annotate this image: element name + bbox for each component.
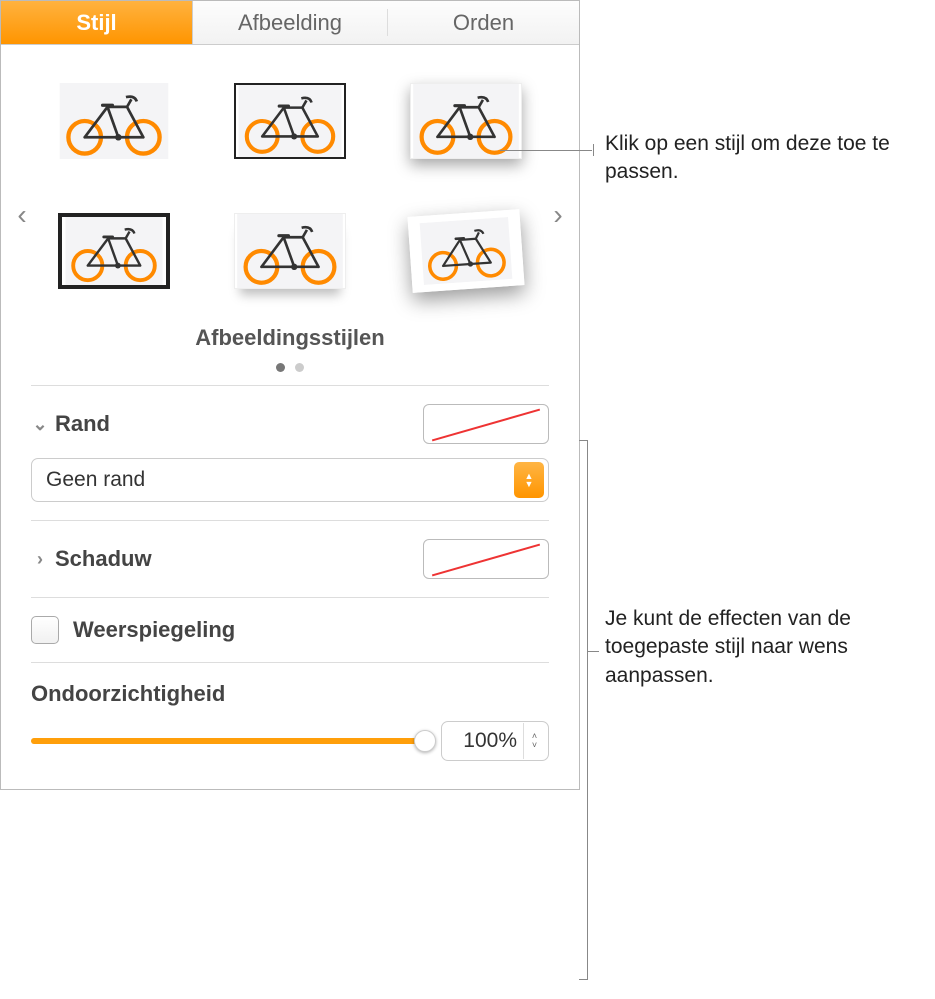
shadow-section: › Schaduw xyxy=(31,520,549,597)
style-pager xyxy=(47,359,533,375)
stepper-down-icon: ˅ xyxy=(532,741,537,750)
tab-stijl[interactable]: Stijl xyxy=(1,1,193,44)
border-preview-swatch[interactable] xyxy=(423,404,549,444)
reflection-section: Weerspiegeling xyxy=(31,597,549,662)
style-thumbnail[interactable] xyxy=(410,83,522,159)
border-dropdown-value: Geen rand xyxy=(32,468,514,492)
reflection-label: Weerspiegeling xyxy=(73,617,235,643)
style-thumbnail[interactable] xyxy=(58,213,170,289)
pager-dot[interactable] xyxy=(276,363,285,372)
reflection-checkbox[interactable] xyxy=(31,616,59,644)
chevron-left-icon: ‹ xyxy=(17,199,26,230)
border-header[interactable]: ⌄ Rand xyxy=(31,411,110,437)
bicycle-icon xyxy=(58,83,170,159)
styles-page-next[interactable]: › xyxy=(543,199,573,231)
annotation-text: Klik op een stijl om deze toe te passen. xyxy=(605,132,890,183)
chevron-right-icon: › xyxy=(553,199,562,230)
style-thumbnail-grid xyxy=(47,83,533,289)
style-thumbnail[interactable] xyxy=(58,83,170,159)
opacity-value: 100% xyxy=(442,729,523,753)
chevron-down-icon: ⌄ xyxy=(31,414,49,435)
annotation-styles: Klik op een stijl om deze toe te passen. xyxy=(605,130,915,187)
opacity-section: Ondoorzichtigheid 100% ˄ ˅ xyxy=(31,662,549,789)
style-thumbnail[interactable] xyxy=(410,213,522,289)
dropdown-stepper-icon: ▲▼ xyxy=(514,462,544,498)
inspector-tabbar: Stijl Afbeelding Orden xyxy=(1,1,579,45)
annotation-text: Je kunt de effecten van de toegepaste st… xyxy=(605,607,851,687)
opacity-stepper[interactable]: ˄ ˅ xyxy=(523,723,545,759)
border-label: Rand xyxy=(55,411,110,437)
styles-page-prev[interactable]: ‹ xyxy=(7,199,37,231)
border-section: ⌄ Rand Geen rand ▲▼ xyxy=(31,385,549,520)
shadow-header[interactable]: › Schaduw xyxy=(31,546,152,572)
image-styles-title: Afbeeldingsstijlen xyxy=(47,325,533,351)
bicycle-icon xyxy=(62,217,166,285)
style-thumbnail[interactable] xyxy=(234,213,346,289)
shadow-label: Schaduw xyxy=(55,546,152,572)
chevron-right-icon: › xyxy=(31,549,49,570)
shadow-preview-swatch[interactable] xyxy=(423,539,549,579)
bicycle-icon xyxy=(235,214,345,288)
tab-orden[interactable]: Orden xyxy=(388,1,579,44)
bicycle-icon xyxy=(236,85,344,157)
bicycle-icon xyxy=(415,217,517,286)
tab-afbeelding[interactable]: Afbeelding xyxy=(193,1,387,44)
annotation-effects: Je kunt de effecten van de toegepaste st… xyxy=(605,605,925,690)
bicycle-icon xyxy=(411,84,521,158)
style-thumbnail[interactable] xyxy=(234,83,346,159)
pager-dot[interactable] xyxy=(295,363,304,372)
opacity-slider[interactable] xyxy=(31,730,425,752)
slider-knob-icon xyxy=(414,730,436,752)
image-styles-area: ‹ › Afbeeldingssti xyxy=(1,45,579,385)
format-inspector-panel: Stijl Afbeelding Orden ‹ › xyxy=(0,0,580,790)
border-style-dropdown[interactable]: Geen rand ▲▼ xyxy=(31,458,549,502)
opacity-input[interactable]: 100% ˄ ˅ xyxy=(441,721,549,761)
opacity-label: Ondoorzichtigheid xyxy=(31,681,225,707)
